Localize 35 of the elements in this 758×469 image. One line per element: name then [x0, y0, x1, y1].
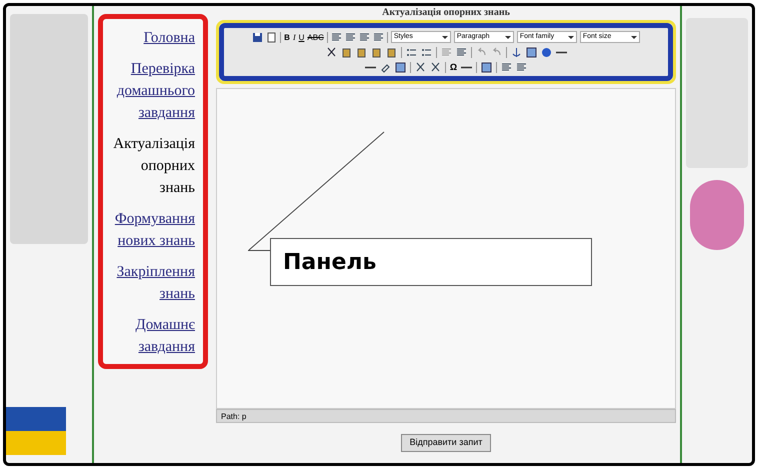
- callout-label: Панель: [270, 238, 592, 286]
- nav-link[interactable]: Домашнє завдання: [111, 314, 195, 358]
- image-icon[interactable]: [526, 46, 536, 58]
- path-bar: Path: p: [216, 409, 676, 423]
- anchor-icon[interactable]: [510, 46, 522, 58]
- list-icon[interactable]: [406, 46, 416, 58]
- toolbar-button[interactable]: B: [284, 32, 290, 42]
- nav-link[interactable]: Формування нових знань: [111, 208, 195, 252]
- nav-link[interactable]: Закріплення знань: [111, 261, 195, 305]
- caret-icon: [504, 36, 511, 38]
- align-icon[interactable]: [330, 32, 342, 42]
- caret-icon: [442, 36, 448, 38]
- cut-icon[interactable]: [326, 46, 336, 58]
- submit-button[interactable]: Відправити запит: [400, 434, 492, 452]
- toolbar-button[interactable]: I: [292, 32, 296, 42]
- nav-link[interactable]: Перевірка домашнього завдання: [111, 58, 195, 124]
- page-icon[interactable]: [266, 32, 278, 42]
- align-icon[interactable]: [372, 32, 384, 42]
- callout-line: [248, 250, 272, 251]
- image-icon[interactable]: [394, 62, 406, 72]
- caret-icon: [568, 36, 574, 38]
- nav-item-current[interactable]: Актуалізація опорних знань: [111, 133, 195, 199]
- nav-link[interactable]: Головна: [144, 27, 195, 49]
- save-icon[interactable]: [252, 32, 264, 42]
- list-icon[interactable]: [420, 46, 432, 58]
- toolbar-button[interactable]: Ω: [450, 62, 458, 72]
- caret-icon: [630, 36, 637, 38]
- toolbar-button[interactable]: U: [298, 32, 304, 42]
- align-icon[interactable]: [358, 32, 370, 42]
- flag-drawing: [6, 407, 66, 455]
- align-icon[interactable]: [344, 32, 356, 42]
- page-title: Актуалізація опорних знань: [381, 6, 511, 20]
- eraser-icon[interactable]: [380, 62, 391, 72]
- toolbar-button[interactable]: ABC: [307, 32, 324, 42]
- flower-drawing: [690, 180, 744, 250]
